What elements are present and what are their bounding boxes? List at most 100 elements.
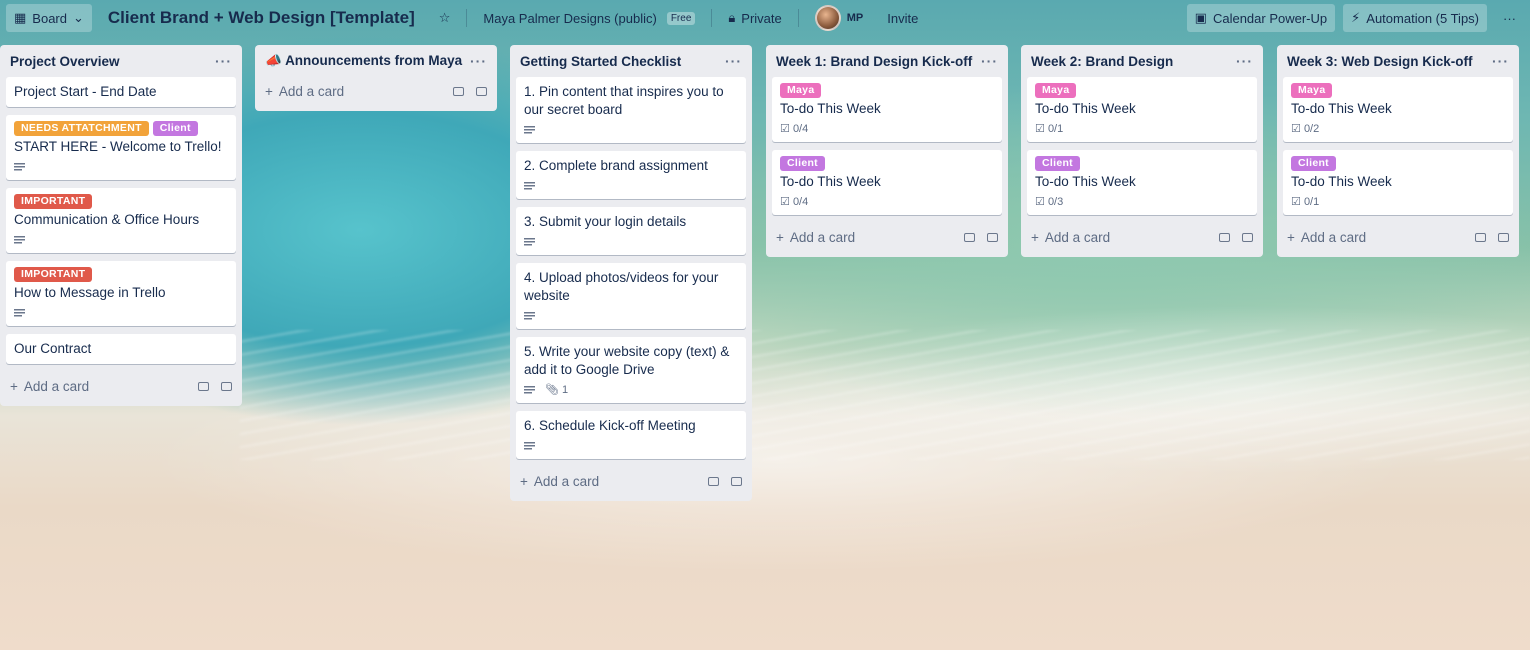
list-announcements: 📣 Announcements from Maya ··· + Add a car… — [255, 45, 497, 111]
list-menu-icon[interactable]: ··· — [981, 53, 998, 69]
add-card-label: Add a card — [1300, 229, 1367, 245]
card-template-icon[interactable] — [964, 232, 975, 242]
member-button[interactable]: MP — [807, 4, 872, 32]
card-template-icon[interactable] — [1475, 232, 1486, 242]
card[interactable]: 4. Upload photos/videos for your website — [516, 263, 746, 329]
card-title: To-do This Week — [780, 174, 881, 189]
template-icon[interactable] — [987, 232, 998, 242]
add-card-button[interactable]: + Add a card — [1027, 223, 1257, 251]
card-title: To-do This Week — [1291, 174, 1392, 189]
board-view-switcher[interactable]: ▦ Board ⌄ — [6, 4, 92, 32]
template-icon[interactable] — [221, 381, 232, 391]
card-label[interactable]: Maya — [780, 83, 822, 98]
card[interactable]: Maya To-do This Week ☑ 0/4 — [772, 77, 1002, 142]
card[interactable]: Maya To-do This Week ☑ 0/1 — [1027, 77, 1257, 142]
list-menu-icon[interactable]: ··· — [725, 53, 742, 69]
attachment-count: 1 — [562, 384, 569, 396]
card-title: 5. Write your website copy (text) & add … — [524, 344, 730, 377]
list-menu-icon[interactable]: ··· — [1492, 53, 1509, 69]
list-title: Announcements from Maya — [285, 53, 463, 68]
card-label[interactable]: Client — [152, 121, 198, 136]
description-icon — [524, 312, 535, 320]
card[interactable]: 1. Pin content that inspires you to our … — [516, 77, 746, 143]
plus-icon: + — [10, 378, 18, 394]
card-label[interactable]: Client — [780, 156, 825, 171]
list-title[interactable]: Week 2: Brand Design — [1031, 54, 1173, 69]
card[interactable]: NEEDS ATTATCHMENT Client START HERE - We… — [6, 115, 236, 180]
card-label[interactable]: Client — [1291, 156, 1336, 171]
checklist-badge: ☑ 0/3 — [1035, 193, 1063, 211]
card-title: 2. Complete brand assignment — [524, 158, 708, 173]
card[interactable]: IMPORTANT Communication & Office Hours — [6, 188, 236, 253]
background-foam — [240, 330, 1530, 460]
list-menu-icon[interactable]: ··· — [1236, 53, 1253, 69]
description-icon — [524, 182, 535, 190]
star-button[interactable]: ☆ — [431, 4, 459, 32]
list-title[interactable]: Getting Started Checklist — [520, 54, 681, 69]
visibility-button[interactable]: 🔒︎ Private — [720, 4, 789, 32]
calendar-icon: ▣ — [1194, 10, 1207, 25]
add-card-button[interactable]: + Add a card — [516, 467, 746, 495]
ellipsis-icon: ··· — [1503, 10, 1516, 26]
card-template-icon[interactable] — [1219, 232, 1230, 242]
list-title[interactable]: Project Overview — [10, 54, 120, 69]
card-title: 1. Pin content that inspires you to our … — [524, 84, 724, 117]
card-title: 4. Upload photos/videos for your website — [524, 270, 719, 303]
add-card-button[interactable]: + Add a card — [6, 372, 236, 400]
invite-button[interactable]: Invite — [879, 4, 926, 32]
card-label[interactable]: Maya — [1291, 83, 1333, 98]
list-title[interactable]: Week 3: Web Design Kick-off — [1287, 54, 1473, 69]
card-template-icon[interactable] — [453, 86, 464, 96]
more-menu-button[interactable]: ··· — [1495, 4, 1524, 32]
add-card-button[interactable]: + Add a card — [1283, 223, 1513, 251]
checklist-badge: ☑ 0/1 — [1035, 120, 1063, 138]
checklist-count: 0/4 — [792, 196, 809, 208]
checklist-badge: ☑ 0/1 — [1291, 193, 1319, 211]
card-template-icon[interactable] — [708, 476, 719, 486]
card[interactable]: Client To-do This Week ☑ 0/3 — [1027, 150, 1257, 215]
list-menu-icon[interactable]: ··· — [215, 53, 232, 69]
list-menu-icon[interactable]: ··· — [470, 53, 487, 69]
description-icon — [14, 163, 25, 171]
plus-icon: + — [1287, 229, 1295, 245]
list-title[interactable]: Week 1: Brand Design Kick-off — [776, 54, 972, 69]
calendar-powerup-button[interactable]: ▣ Calendar Power-Up — [1186, 4, 1336, 32]
card-label[interactable]: IMPORTANT — [14, 267, 93, 282]
card-template-icon[interactable] — [198, 381, 209, 391]
list-title-wrap[interactable]: 📣 Announcements from Maya — [265, 53, 462, 69]
card-title: 6. Schedule Kick-off Meeting — [524, 418, 696, 433]
card-label[interactable]: IMPORTANT — [14, 194, 93, 209]
chevron-down-icon: ⌄ — [73, 10, 84, 25]
card[interactable]: Client To-do This Week ☑ 0/1 — [1283, 150, 1513, 215]
add-card-button[interactable]: + Add a card — [772, 223, 1002, 251]
automation-button[interactable]: ⚡︎ Automation (5 Tips) — [1343, 4, 1487, 32]
template-icon[interactable] — [1242, 232, 1253, 242]
card[interactable]: Maya To-do This Week ☑ 0/2 — [1283, 77, 1513, 142]
card[interactable]: 6. Schedule Kick-off Meeting — [516, 411, 746, 459]
card[interactable]: IMPORTANT How to Message in Trello — [6, 261, 236, 326]
template-icon[interactable] — [731, 476, 742, 486]
card[interactable]: 3. Submit your login details — [516, 207, 746, 255]
workspace-button[interactable]: Maya Palmer Designs (public) Free — [475, 4, 703, 32]
card[interactable]: 2. Complete brand assignment — [516, 151, 746, 199]
card[interactable]: Our Contract — [6, 334, 236, 364]
board-title[interactable]: Client Brand + Web Design [Template] — [100, 8, 423, 28]
checkbox-icon: ☑ — [1035, 123, 1045, 135]
card-label[interactable]: Client — [1035, 156, 1080, 171]
description-icon — [524, 238, 535, 246]
card-label[interactable]: Maya — [1035, 83, 1077, 98]
workspace-name: Maya Palmer Designs (public) — [483, 10, 657, 26]
divider — [711, 9, 713, 27]
description-icon — [524, 442, 535, 450]
plus-icon: + — [776, 229, 784, 245]
add-card-label: Add a card — [789, 229, 856, 245]
card[interactable]: Project Start - End Date — [6, 77, 236, 107]
checklist-badge: ☑ 0/4 — [780, 193, 808, 211]
card-label[interactable]: NEEDS ATTATCHMENT — [14, 121, 149, 136]
template-icon[interactable] — [1498, 232, 1509, 242]
card[interactable]: Client To-do This Week ☑ 0/4 — [772, 150, 1002, 215]
add-card-button[interactable]: + Add a card — [261, 77, 491, 105]
member-initials: MP — [846, 12, 864, 24]
card[interactable]: 5. Write your website copy (text) & add … — [516, 337, 746, 403]
template-icon[interactable] — [476, 86, 487, 96]
